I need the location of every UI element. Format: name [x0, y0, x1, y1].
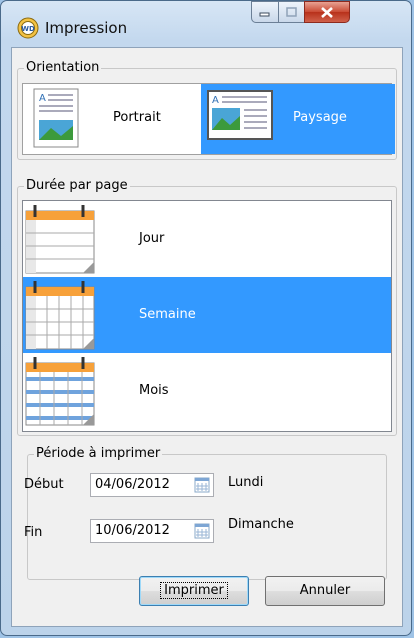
landscape-page-icon: A — [207, 90, 273, 140]
debut-day-label: Lundi — [228, 475, 264, 490]
orientation-group: Orientation A Portrait A Paysage — [17, 60, 397, 160]
print-button-label: Imprimer — [160, 582, 228, 599]
periode-group: Période à imprimer Début 04/06/2012 Lund… — [24, 446, 387, 580]
svg-text:WD: WD — [21, 25, 35, 33]
debut-label: Début — [24, 477, 64, 492]
portrait-label: Portrait — [113, 110, 161, 125]
maximize-icon — [285, 7, 297, 17]
calendar-picker-icon[interactable] — [194, 523, 210, 539]
svg-text:A: A — [39, 93, 46, 104]
debut-date-value: 04/06/2012 — [95, 477, 170, 492]
duree-label-semaine: Semaine — [139, 307, 196, 322]
minimize-button[interactable] — [251, 1, 279, 23]
month-calendar-icon — [25, 357, 95, 426]
duree-item-semaine[interactable]: Semaine — [23, 277, 391, 353]
week-calendar-icon — [25, 281, 95, 350]
day-calendar-icon — [25, 205, 95, 274]
duree-label-mois: Mois — [139, 383, 169, 398]
fin-day-label: Dimanche — [228, 517, 294, 532]
duree-item-jour[interactable]: Jour — [23, 201, 391, 277]
calendar-picker-icon[interactable] — [194, 477, 210, 493]
title-bar[interactable]: WD Impression — [1, 1, 411, 41]
duree-item-mois[interactable]: Mois — [23, 353, 391, 429]
paysage-option[interactable]: A Paysage — [201, 84, 395, 154]
duree-group: Durée par page Jour Semaine Mois — [17, 178, 397, 436]
close-button[interactable] — [304, 1, 350, 23]
wd-print-app-icon: WD — [17, 17, 39, 39]
close-icon — [321, 6, 333, 18]
svg-text:A: A — [212, 95, 219, 106]
cancel-button-label: Annuler — [299, 583, 351, 598]
orientation-legend: Orientation — [24, 60, 102, 75]
duree-label-jour: Jour — [139, 231, 165, 246]
print-dialog-window: WD Impression Orientation A Portrait A P… — [0, 0, 412, 636]
dialog-client-area: Orientation A Portrait A Paysage Durée p… — [11, 47, 403, 627]
window-title: Impression — [45, 19, 128, 37]
fin-label: Fin — [24, 525, 43, 540]
minimize-icon — [259, 12, 270, 17]
fin-date-field[interactable]: 10/06/2012 — [90, 519, 214, 543]
duree-legend: Durée par page — [24, 178, 130, 193]
portrait-option[interactable]: A Portrait — [23, 84, 201, 154]
maximize-button[interactable] — [278, 1, 305, 23]
cancel-button[interactable]: Annuler — [265, 576, 385, 606]
orientation-options: A Portrait A Paysage — [22, 83, 395, 155]
fin-date-value: 10/06/2012 — [95, 523, 170, 538]
debut-date-field[interactable]: 04/06/2012 — [90, 473, 214, 497]
print-button[interactable]: Imprimer — [139, 576, 249, 606]
portrait-page-icon: A — [33, 88, 79, 148]
duree-list: Jour Semaine Mois — [22, 200, 392, 432]
paysage-label: Paysage — [293, 110, 347, 125]
periode-legend: Période à imprimer — [34, 446, 163, 461]
